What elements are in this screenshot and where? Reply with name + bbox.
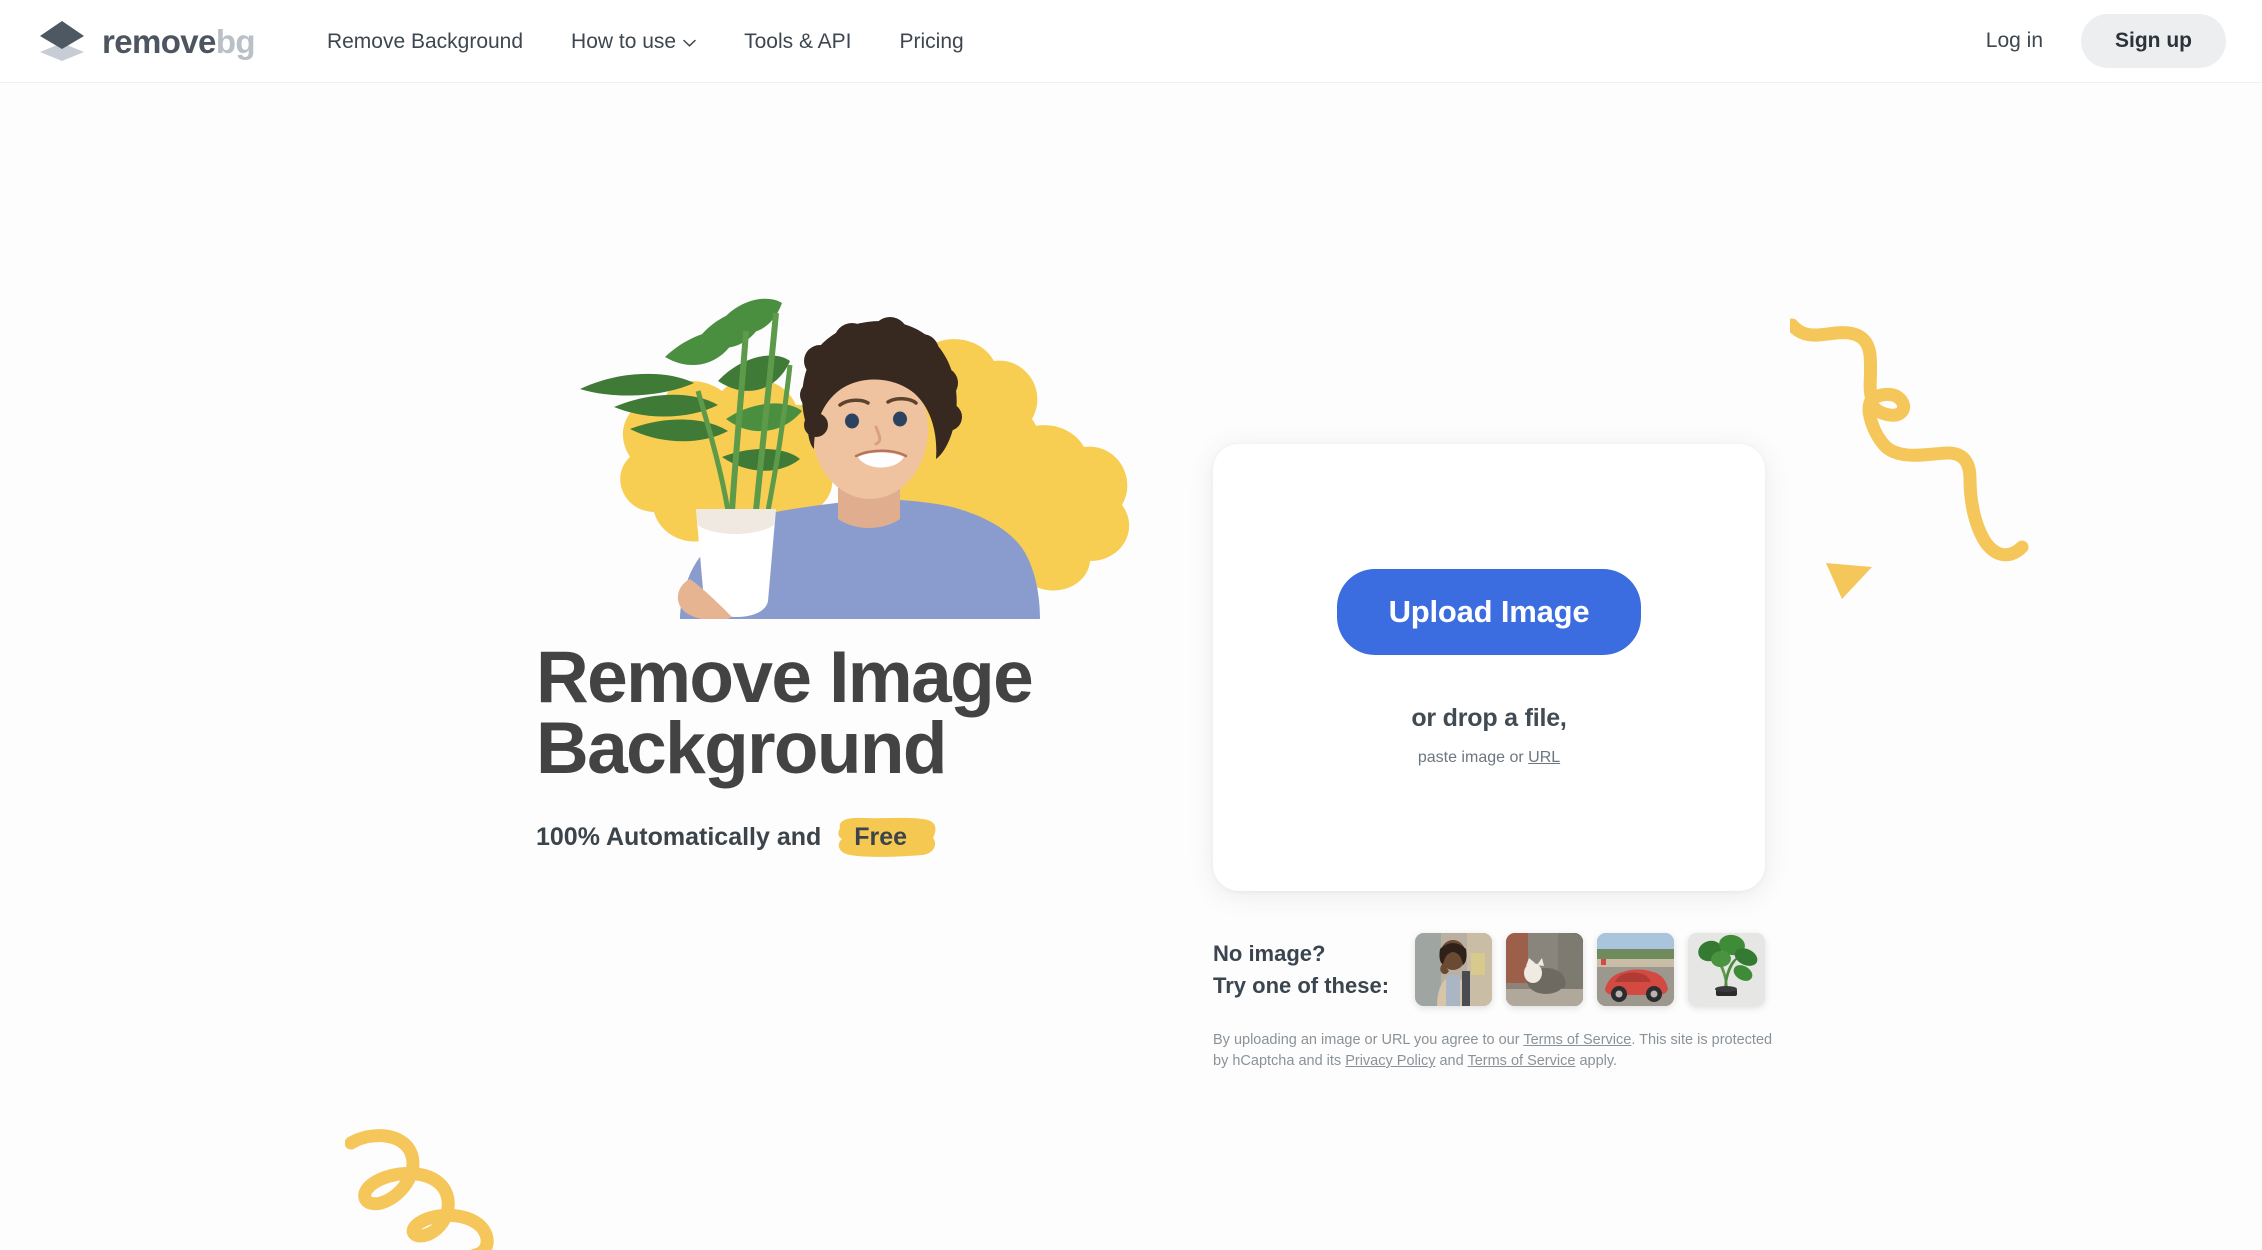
privacy-policy-link[interactable]: Privacy Policy (1345, 1053, 1435, 1069)
nav-item-pricing[interactable]: Pricing (876, 31, 988, 52)
nav-item-tools-api[interactable]: Tools & API (720, 31, 875, 52)
page-root: removebg Remove Background How to use To… (0, 0, 2262, 1250)
sample-person-on-phone-icon (1415, 933, 1492, 1006)
sample-potted-plant-icon (1688, 933, 1765, 1006)
sample-images-section: No image? Try one of these: (1213, 933, 1765, 1006)
hero-copy: Remove Image Background 100% Automatical… (536, 641, 1156, 857)
paste-url-text: paste image or URL (1418, 749, 1560, 767)
paste-prefix: paste image or (1417, 748, 1524, 766)
nav-item-how-to-use[interactable]: How to use (547, 31, 720, 52)
upload-image-button[interactable]: Upload Image (1336, 568, 1642, 655)
hero-illustration (570, 279, 1270, 619)
sample-cat-icon (1506, 933, 1583, 1006)
main-navigation: Remove Background How to use Tools & API… (303, 31, 988, 52)
nav-label: How to use (571, 29, 677, 53)
brand-name-secondary: bg (215, 22, 256, 60)
layers-diamond-icon (40, 21, 84, 61)
yellow-curly-squiggle-icon (344, 1129, 494, 1250)
decoration-bottom-left (344, 1125, 525, 1250)
legal-part3: and (1435, 1053, 1468, 1070)
sample-red-car-icon (1597, 933, 1674, 1006)
free-label: Free (854, 822, 908, 851)
free-highlight: Free (834, 817, 936, 857)
signup-button[interactable]: Sign up (2081, 14, 2226, 68)
sample-label-line2: Try one of these: (1213, 972, 1390, 998)
brand-name: removebg (102, 22, 256, 60)
page-title-line2: Background (536, 707, 947, 789)
sample-thumb-potted-plant[interactable] (1688, 933, 1765, 1006)
terms-of-service-link-2[interactable]: Terms of Service (1467, 1053, 1575, 1069)
legal-disclaimer: By uploading an image or URL you agree t… (1213, 1030, 1773, 1072)
sample-thumb-person-on-phone[interactable] (1415, 933, 1492, 1006)
nav-label: Remove Background (326, 29, 524, 53)
hero-subtitle: 100% Automatically and Free (536, 817, 1156, 857)
upload-column: Upload Image or drop a file, paste image… (1213, 444, 1772, 1072)
terms-of-service-link-1[interactable]: Terms of Service (1523, 1032, 1631, 1048)
yellow-triangle-icon (1826, 563, 1872, 599)
sample-thumb-red-car[interactable] (1597, 933, 1674, 1006)
drop-file-text: or drop a file, (1411, 703, 1567, 732)
site-header: removebg Remove Background How to use To… (0, 0, 2262, 83)
nav-label: Tools & API (744, 29, 852, 53)
login-link[interactable]: Log in (1960, 17, 2069, 65)
page-title: Remove Image Background (536, 641, 1156, 785)
header-actions: Log in Sign up (1960, 14, 2226, 68)
decoration-right (1785, 295, 2090, 610)
sample-label-line1: No image? (1213, 941, 1326, 967)
yellow-squiggle-with-loop-icon (1785, 318, 2029, 599)
chevron-down-icon (683, 39, 696, 47)
page-title-line1: Remove Image (536, 637, 1034, 718)
nav-item-remove-background[interactable]: Remove Background (303, 31, 547, 52)
brand-logo[interactable]: removebg (36, 19, 256, 63)
brand-name-primary: remove (102, 22, 216, 60)
hero-subtitle-prefix: 100% Automatically and (536, 822, 822, 851)
upload-dropzone[interactable]: Upload Image or drop a file, paste image… (1213, 444, 1765, 891)
hero-left-column: Remove Image Background 100% Automatical… (0, 83, 1160, 857)
sample-images-label: No image? Try one of these: (1213, 938, 1389, 1000)
sample-thumb-cat[interactable] (1506, 933, 1583, 1006)
legal-part4: apply. (1575, 1053, 1618, 1070)
legal-part1: By uploading an image or URL you agree t… (1213, 1032, 1524, 1048)
url-link[interactable]: URL (1528, 749, 1560, 766)
sample-thumbnails (1415, 933, 1765, 1006)
man-holding-plant-illustration (580, 298, 1130, 619)
nav-label: Pricing (899, 29, 964, 53)
